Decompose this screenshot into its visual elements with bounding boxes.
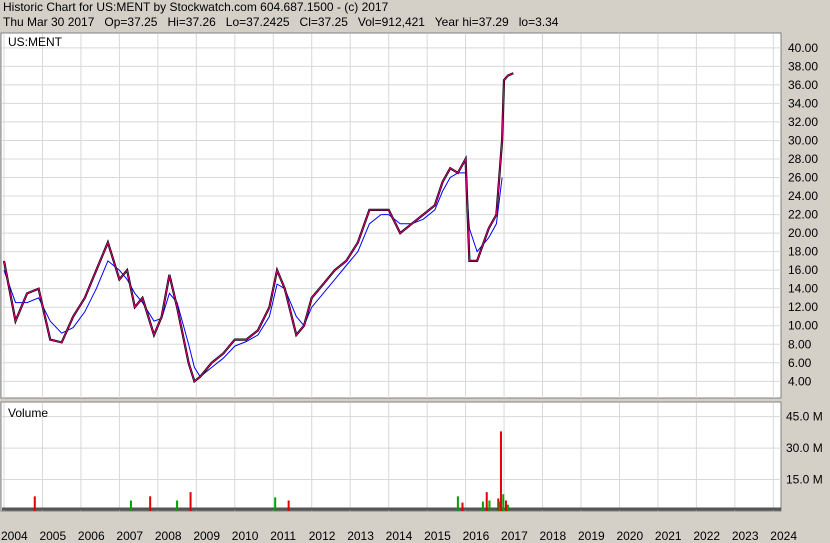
price-tick-label: 12.00 bbox=[788, 300, 818, 314]
price-tick-label: 6.00 bbox=[788, 356, 812, 370]
price-tick-label: 38.00 bbox=[788, 59, 818, 73]
year-tick-label: 2018 bbox=[540, 529, 567, 543]
price-tick-label: 22.00 bbox=[788, 208, 818, 222]
year-tick-label: 2017 bbox=[501, 529, 528, 543]
volume-axis: 45.0 M 30.0 M 15.0 M bbox=[786, 410, 823, 487]
year-tick-label: 2013 bbox=[347, 529, 374, 543]
year-tick-label: 2011 bbox=[270, 529, 296, 543]
stock-chart: US:MENT Volume 40.00 38.00 36.00 34.00 32.00… bbox=[0, 32, 823, 543]
header-line-1: Historic Chart for US:MENT by Stockwatch… bbox=[3, 0, 389, 14]
price-tick-label: 28.00 bbox=[788, 152, 818, 166]
price-tick-label: 40.00 bbox=[788, 41, 818, 55]
year-tick-label: 2021 bbox=[655, 529, 682, 543]
price-tick-label: 10.00 bbox=[788, 319, 818, 333]
year-tick-label: 2009 bbox=[193, 529, 220, 543]
volume-tick-label: 30.0 M bbox=[786, 441, 823, 455]
year-tick-label: 2007 bbox=[116, 529, 143, 543]
year-tick-label: 2012 bbox=[309, 529, 336, 543]
volume-label: Volume bbox=[8, 406, 48, 420]
price-tick-label: 36.00 bbox=[788, 78, 818, 92]
year-tick-label: 2019 bbox=[578, 529, 605, 543]
year-tick-label: 2016 bbox=[463, 529, 490, 543]
price-tick-label: 20.00 bbox=[788, 226, 818, 240]
year-tick-label: 2008 bbox=[155, 529, 182, 543]
chart-header: Historic Chart for US:MENT by Stockwatch… bbox=[3, 0, 558, 30]
volume-tick-label: 15.0 M bbox=[786, 473, 823, 487]
price-tick-label: 8.00 bbox=[788, 337, 812, 351]
year-tick-label: 2014 bbox=[386, 529, 413, 543]
price-tick-label: 26.00 bbox=[788, 171, 818, 185]
symbol-label: US:MENT bbox=[8, 35, 63, 49]
year-axis: 2004 2005 2006 2007 2008 2009 2010 2011 2012 2013… bbox=[1, 529, 797, 543]
year-tick-label: 2022 bbox=[693, 529, 720, 543]
price-tick-label: 14.00 bbox=[788, 282, 818, 296]
year-tick-label: 2015 bbox=[424, 529, 451, 543]
price-tick-label: 30.00 bbox=[788, 133, 818, 147]
year-tick-label: 2023 bbox=[732, 529, 759, 543]
price-tick-label: 16.00 bbox=[788, 263, 818, 277]
year-tick-label: 2006 bbox=[78, 529, 105, 543]
price-axis: 40.00 38.00 36.00 34.00 32.00 30.00 28.00 26.00… bbox=[788, 41, 818, 389]
volume-tick-label: 45.0 M bbox=[786, 410, 823, 424]
header-line-2: Thu Mar 30 2017 Op=37.25 Hi=37.26 Lo=37.… bbox=[3, 15, 559, 29]
year-tick-label: 2020 bbox=[616, 529, 643, 543]
year-tick-label: 2010 bbox=[232, 529, 259, 543]
price-tick-label: 18.00 bbox=[788, 245, 818, 259]
year-tick-label: 2005 bbox=[39, 529, 66, 543]
year-tick-label: 2024 bbox=[770, 529, 797, 543]
volume-panel bbox=[0, 401, 782, 512]
price-tick-label: 34.00 bbox=[788, 96, 818, 110]
price-tick-label: 24.00 bbox=[788, 189, 818, 203]
price-tick-label: 32.00 bbox=[788, 115, 818, 129]
price-tick-label: 4.00 bbox=[788, 374, 812, 388]
year-tick-label: 2004 bbox=[1, 529, 28, 543]
